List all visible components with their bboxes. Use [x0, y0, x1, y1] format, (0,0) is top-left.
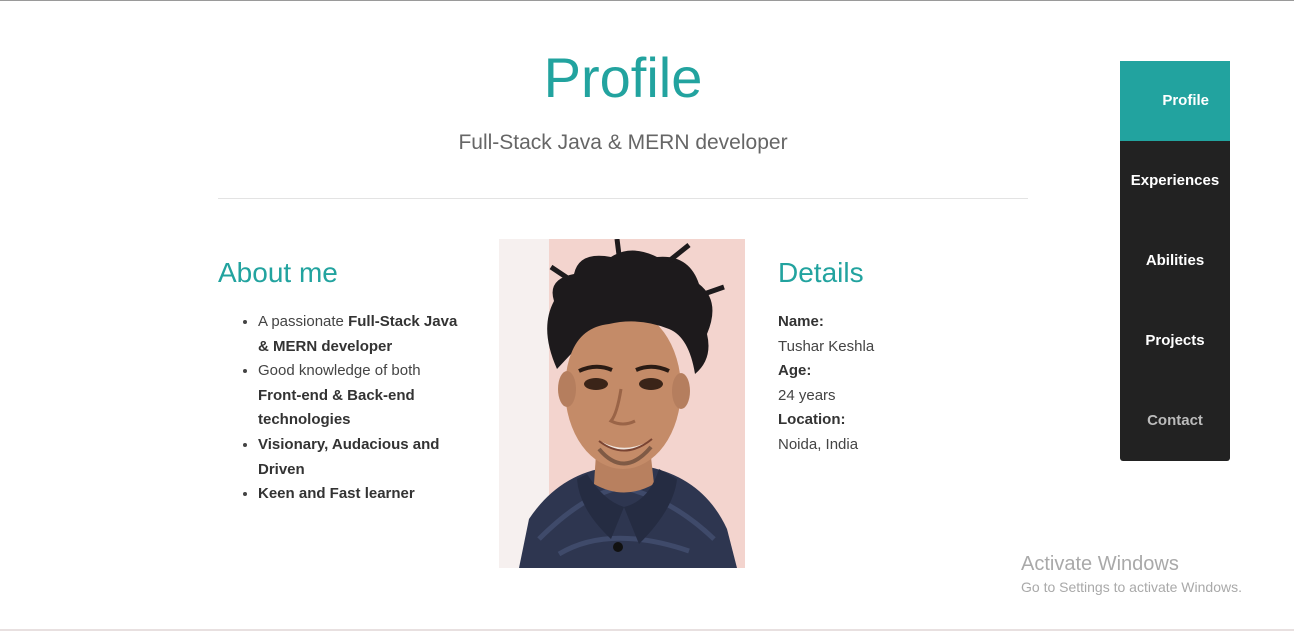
- details-heading: Details: [778, 257, 864, 288]
- nav-item-projects[interactable]: Projects: [1120, 301, 1230, 381]
- side-navigation: Profile Experiences Abilities Projects C…: [1120, 61, 1230, 461]
- location-value: Noida, India: [778, 435, 859, 453]
- page-title: Profile: [543, 46, 703, 109]
- nav-item-experiences[interactable]: Experiences: [1120, 141, 1230, 221]
- location-label: Location:: [778, 411, 846, 429]
- about-item-text: Good knowledge of both: [258, 362, 421, 380]
- details-list: Name: Tushar Keshla Age: 24 years Locati…: [778, 310, 1018, 458]
- watermark-title: Activate Windows: [1021, 553, 1179, 575]
- about-heading: About me: [218, 257, 338, 288]
- about-item-highlight: Front-end & Back-end technologies: [258, 386, 415, 429]
- activate-windows-watermark: Activate Windows Go to Settings to activ…: [1021, 552, 1242, 598]
- person-portrait: [519, 239, 737, 568]
- name-label: Name:: [778, 313, 824, 330]
- age-value: 24 years: [778, 386, 836, 404]
- about-item-text: A passionate: [258, 313, 349, 330]
- age-label: Age:: [778, 362, 812, 380]
- nav-item-abilities[interactable]: Abilities: [1120, 221, 1230, 301]
- about-list: A passionate Full-Stack Java & MERN deve…: [240, 310, 465, 507]
- about-item: Keen and Fast learner: [258, 482, 465, 507]
- watermark-subtitle: Go to Settings to activate Windows.: [1021, 579, 1242, 595]
- about-item: Visionary, Audacious and Driven: [258, 433, 465, 482]
- window-top-border: [0, 0, 1294, 1]
- profile-photo: [499, 239, 745, 568]
- about-item: A passionate Full-Stack Java & MERN deve…: [258, 310, 465, 359]
- about-item: Good knowledge of both Front-end & Back-…: [258, 359, 465, 433]
- nav-item-contact[interactable]: Contact: [1120, 381, 1230, 461]
- nav-item-profile[interactable]: Profile: [1120, 61, 1230, 141]
- page-subtitle: Full-Stack Java & MERN developer: [458, 131, 788, 154]
- name-value: Tushar Keshla: [778, 337, 875, 355]
- about-item-highlight: Visionary, Audacious and Driven: [258, 435, 440, 478]
- section-divider: [218, 198, 1028, 199]
- about-item-highlight: Keen and Fast learner: [258, 485, 415, 503]
